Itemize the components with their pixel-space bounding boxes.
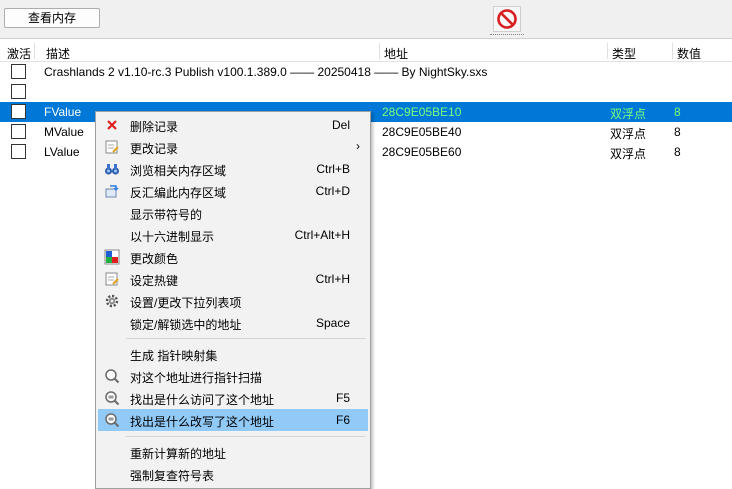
active-checkbox[interactable] bbox=[11, 64, 26, 79]
table-row[interactable] bbox=[0, 82, 732, 102]
column-divider[interactable] bbox=[379, 43, 380, 59]
column-address[interactable]: 地址 bbox=[384, 45, 408, 62]
column-description[interactable]: 描述 bbox=[46, 45, 70, 62]
column-type[interactable]: 类型 bbox=[612, 45, 636, 62]
menu-item-recalculate-address[interactable]: 重新计算新的地址 bbox=[98, 441, 368, 463]
splitter-handle[interactable] bbox=[490, 34, 524, 38]
menu-separator bbox=[126, 436, 366, 437]
menu-item-lock-toggle[interactable]: 锁定/解锁选中的地址 Space bbox=[98, 312, 368, 334]
stop-icon[interactable] bbox=[493, 6, 521, 32]
column-divider[interactable] bbox=[607, 43, 608, 59]
column-divider[interactable] bbox=[672, 43, 673, 59]
binoculars-icon bbox=[104, 161, 120, 177]
menu-item-find-access[interactable]: 找出是什么访问了这个地址 F5 bbox=[98, 387, 368, 409]
active-checkbox[interactable] bbox=[11, 84, 26, 99]
menu-item-change-color[interactable]: 更改颜色 bbox=[98, 246, 368, 268]
menu-item-show-hex[interactable]: 以十六进制显示 Ctrl+Alt+H bbox=[98, 224, 368, 246]
menu-item-recheck-symbols[interactable]: 强制复查符号表 bbox=[98, 463, 368, 485]
column-header: 激活 描述 地址 类型 数值 bbox=[0, 42, 732, 62]
row-type: 双浮点 bbox=[610, 127, 647, 141]
menu-item-show-signed[interactable]: 显示带符号的 bbox=[98, 202, 368, 224]
menu-item-change-record[interactable]: 更改记录 › bbox=[98, 136, 368, 158]
gear-icon bbox=[104, 293, 120, 309]
toolbar: 查看内存 bbox=[0, 0, 732, 39]
row-description: FValue bbox=[44, 105, 82, 119]
row-address: 28C9E05BE10 bbox=[382, 105, 462, 119]
active-checkbox[interactable] bbox=[11, 144, 26, 159]
menu-item-dropdown-list[interactable]: 设置/更改下拉列表项 bbox=[98, 290, 368, 312]
row-value: 8 bbox=[674, 125, 681, 139]
view-memory-button[interactable]: 查看内存 bbox=[4, 8, 100, 28]
menu-item-browse-memory[interactable]: 浏览相关内存区域 Ctrl+B bbox=[98, 158, 368, 180]
row-description: MValue bbox=[44, 125, 84, 139]
row-address: 28C9E05BE40 bbox=[382, 125, 462, 139]
color-palette-icon bbox=[104, 249, 120, 265]
submenu-arrow-icon: › bbox=[356, 139, 360, 153]
column-value[interactable]: 数值 bbox=[677, 45, 701, 62]
menu-item-pointer-scan[interactable]: 对这个地址进行指针扫描 bbox=[98, 365, 368, 387]
row-type: 双浮点 bbox=[610, 147, 647, 161]
delete-x-icon bbox=[104, 117, 120, 133]
row-value: 8 bbox=[674, 105, 681, 119]
row-description: Crashlands 2 v1.10-rc.3 Publish v100.1.3… bbox=[44, 65, 488, 79]
column-divider[interactable] bbox=[34, 43, 35, 59]
row-type: 双浮点 bbox=[610, 107, 647, 121]
active-checkbox[interactable] bbox=[11, 124, 26, 139]
magnifier-access-icon bbox=[104, 390, 120, 406]
menu-item-generate-pointermap[interactable]: 生成 指针映射集 bbox=[98, 343, 368, 365]
active-checkbox[interactable] bbox=[11, 104, 26, 119]
menu-item-set-hotkey[interactable]: 设定热键 Ctrl+H bbox=[98, 268, 368, 290]
menu-separator bbox=[126, 338, 366, 339]
row-value: 8 bbox=[674, 145, 681, 159]
hotkey-note-icon bbox=[104, 271, 120, 287]
row-description: LValue bbox=[44, 145, 80, 159]
edit-note-icon bbox=[104, 139, 120, 155]
row-address: 28C9E05BE60 bbox=[382, 145, 462, 159]
menu-item-disassemble[interactable]: 反汇编此内存区域 Ctrl+D bbox=[98, 180, 368, 202]
table-row[interactable]: Crashlands 2 v1.10-rc.3 Publish v100.1.3… bbox=[0, 62, 732, 82]
disassemble-icon bbox=[104, 183, 120, 199]
context-menu: 删除记录 Del 更改记录 › 浏览相关内存区域 Ctrl+B 反汇编此内存区域… bbox=[95, 111, 371, 489]
menu-item-delete-record[interactable]: 删除记录 Del bbox=[98, 114, 368, 136]
column-active[interactable]: 激活 bbox=[7, 45, 31, 62]
menu-item-find-write[interactable]: 找出是什么改写了这个地址 F6 bbox=[98, 409, 368, 431]
magnifier-write-icon bbox=[104, 412, 120, 428]
magnifier-icon bbox=[104, 368, 120, 384]
